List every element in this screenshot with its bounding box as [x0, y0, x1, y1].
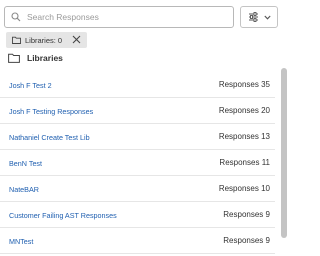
- scrollbar[interactable]: [281, 60, 287, 256]
- response-count: Responses 20: [218, 106, 270, 115]
- search-input[interactable]: [27, 12, 217, 22]
- library-name[interactable]: MNTest: [9, 237, 33, 246]
- response-count: Responses 13: [218, 132, 270, 141]
- search-icon: [11, 12, 21, 22]
- list-item[interactable]: MNTest Responses 9: [0, 228, 275, 254]
- chip-label: Libraries: 0: [25, 35, 63, 45]
- list-item[interactable]: Josh F Testing Responses Responses 20: [0, 98, 275, 124]
- folder-icon: [8, 53, 20, 63]
- list-item[interactable]: Nathaniel Create Test Lib Responses 13: [0, 124, 275, 150]
- filter-button[interactable]: [240, 6, 278, 28]
- response-count: Responses 9: [223, 210, 270, 219]
- library-name[interactable]: Josh F Test 2: [9, 81, 52, 90]
- list-item[interactable]: BenN Test Responses 11: [0, 150, 275, 176]
- library-name[interactable]: Josh F Testing Responses: [9, 107, 93, 116]
- filter-sliders-icon: [248, 12, 258, 22]
- response-count: Responses 11: [219, 158, 270, 167]
- chevron-down-icon: [263, 15, 271, 20]
- close-icon[interactable]: [72, 35, 81, 44]
- library-name[interactable]: Customer Failing AST Responses: [9, 211, 117, 220]
- library-name[interactable]: NateBAR: [9, 185, 39, 194]
- library-name[interactable]: Nathaniel Create Test Lib: [9, 133, 90, 142]
- library-name[interactable]: BenN Test: [9, 159, 42, 168]
- response-count: Responses 35: [218, 80, 270, 89]
- list-item[interactable]: Customer Failing AST Responses Responses…: [0, 202, 275, 228]
- section-title: Libraries: [27, 53, 63, 63]
- libraries-filter-chip: Libraries: 0: [6, 32, 87, 48]
- list-item[interactable]: NateBAR Responses 10: [0, 176, 275, 202]
- folder-icon: [12, 36, 21, 44]
- libraries-section-header: Libraries: [8, 53, 63, 63]
- response-count: Responses 9: [223, 236, 270, 245]
- search-box[interactable]: [4, 6, 234, 28]
- libraries-list: Josh F Test 2 Responses 35 Josh F Testin…: [0, 72, 275, 254]
- list-item[interactable]: Josh F Test 2 Responses 35: [0, 72, 275, 98]
- scrollbar-thumb[interactable]: [281, 68, 287, 238]
- response-count: Responses 10: [218, 184, 270, 193]
